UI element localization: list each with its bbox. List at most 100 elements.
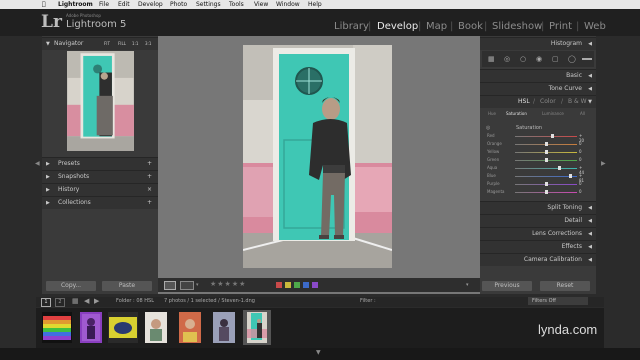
slider-value[interactable]: 0 (579, 141, 582, 146)
slider-knob[interactable] (544, 150, 548, 154)
slider-knob[interactable] (544, 190, 548, 194)
clear-history-icon[interactable]: × (147, 184, 152, 196)
navigator-header[interactable]: ▼ Navigator FIT FILL 1:1 3:1 (42, 37, 158, 50)
filmstrip-thumb-flowers[interactable] (179, 312, 201, 343)
before-after-view-icon[interactable] (180, 281, 194, 290)
filmstrip-thumb-yellow-car[interactable] (108, 312, 138, 343)
slider-aqua[interactable]: Aqua + 44 (487, 165, 587, 175)
slider-track[interactable] (515, 136, 577, 137)
subtab-saturation[interactable]: Saturation (506, 111, 527, 116)
filmstrip-thumb-mural[interactable] (213, 312, 235, 343)
module-develop[interactable]: Develop (377, 21, 418, 32)
right-panel-toggle-icon[interactable]: ▶ (601, 160, 606, 167)
purple-label-icon[interactable] (312, 282, 318, 288)
graduated-filter-icon[interactable]: ▢ (552, 55, 559, 63)
back-arrow-icon[interactable]: ◀ (84, 297, 89, 305)
menu-item-view[interactable]: View (254, 0, 268, 9)
spot-removal-icon[interactable]: ○ (520, 55, 526, 63)
filmstrip-thumb-rainbow[interactable] (42, 312, 72, 343)
slider-purple[interactable]: Purple 0 (487, 181, 587, 187)
lens-corrections-header[interactable]: Lens Corrections ◀ (480, 227, 596, 240)
module-print[interactable]: Print (549, 21, 572, 32)
red-eye-icon[interactable]: ◉ (536, 55, 542, 63)
history-header[interactable]: ▶ History × (42, 183, 158, 196)
zoom-3-1[interactable]: 3:1 (145, 38, 151, 50)
add-snapshot-icon[interactable]: + (147, 171, 152, 183)
menu-item-photo[interactable]: Photo (170, 0, 187, 9)
filter-dropdown[interactable]: Filters Off (528, 297, 588, 305)
histogram-header[interactable]: Histogram ◀ (480, 37, 596, 50)
basic-header[interactable]: Basic ◀ (480, 69, 596, 82)
copy-button[interactable]: Copy... (46, 281, 96, 291)
loupe-view-icon[interactable] (164, 281, 176, 290)
menu-item-develop[interactable]: Develop (138, 0, 163, 9)
filmstrip-info[interactable]: 7 photos / 1 selected / Steven-1.dng (164, 298, 255, 304)
slider-red[interactable]: Red + 20 (487, 133, 587, 143)
apple-menu-icon[interactable]:  (42, 0, 46, 9)
blue-label-icon[interactable] (303, 282, 309, 288)
left-panel-toggle-icon[interactable]: ◀ (35, 160, 40, 167)
add-preset-icon[interactable]: + (147, 158, 152, 170)
slider-knob[interactable] (550, 134, 554, 138)
tone-curve-header[interactable]: Tone Curve ◀ (480, 82, 596, 95)
yellow-label-icon[interactable] (285, 282, 291, 288)
page-2-button[interactable]: 2 (55, 298, 65, 307)
slider-blue[interactable]: Blue + 81 (487, 173, 587, 183)
slider-value[interactable]: 0 (579, 157, 582, 162)
subtab-luminance[interactable]: Luminance (542, 111, 564, 116)
detail-header[interactable]: Detail ◀ (480, 214, 596, 227)
effects-header[interactable]: Effects ◀ (480, 240, 596, 253)
split-toning-header[interactable]: Split Toning ◀ (480, 201, 596, 214)
bw-tab[interactable]: B & W (568, 96, 587, 108)
presets-header[interactable]: ▶ Presets + (42, 157, 158, 170)
before-after-dropdown-icon[interactable]: ▾ (196, 282, 199, 288)
slider-magenta[interactable]: Magenta 0 (487, 189, 587, 195)
menu-item-edit[interactable]: Edit (118, 0, 130, 9)
module-library[interactable]: Library (334, 21, 369, 32)
subtab-hue[interactable]: Hue (488, 111, 496, 116)
menu-item-help[interactable]: Help (308, 0, 322, 9)
slider-green[interactable]: Green 0 (487, 157, 587, 163)
camera-calibration-header[interactable]: Camera Calibration ◀ (480, 253, 596, 266)
crop-tool-icon[interactable]: ◎ (504, 55, 510, 63)
zoom-fit[interactable]: FIT (104, 38, 110, 50)
slider-track[interactable] (515, 176, 577, 177)
module-book[interactable]: Book (458, 21, 483, 32)
module-web[interactable]: Web (584, 21, 606, 32)
subtab-all[interactable]: All (580, 111, 585, 116)
grid-view-icon[interactable]: ▦ (72, 297, 79, 305)
slider-track[interactable] (515, 168, 577, 169)
module-slideshow[interactable]: Slideshow (492, 21, 542, 32)
slider-value[interactable]: 0 (579, 149, 582, 154)
slider-value[interactable]: 0 (579, 189, 582, 194)
filmstrip-thumb-steven[interactable] (247, 312, 267, 343)
color-tab[interactable]: Color (540, 96, 556, 108)
collections-header[interactable]: ▶ Collections + (42, 196, 158, 209)
menu-item-file[interactable]: File (99, 0, 109, 9)
module-map[interactable]: Map (426, 21, 447, 32)
menu-item-lightroom[interactable]: Lightroom (58, 0, 93, 9)
menu-item-window[interactable]: Window (276, 0, 300, 9)
source-label[interactable]: Folder : 08 HSL (116, 298, 154, 304)
slider-yellow[interactable]: Yellow 0 (487, 149, 587, 155)
reset-button[interactable]: Reset (540, 281, 590, 291)
filmstrip-thumb-purple[interactable] (80, 312, 102, 343)
slider-knob[interactable] (544, 142, 548, 146)
green-label-icon[interactable] (294, 282, 300, 288)
add-collection-icon[interactable]: + (147, 197, 152, 209)
zoom-fill[interactable]: FILL (118, 38, 126, 50)
page-1-button[interactable]: 1 (41, 298, 51, 307)
grid-overlay-icon[interactable]: ▦ (488, 55, 495, 63)
slider-value[interactable]: 0 (579, 181, 582, 186)
paste-button[interactable]: Paste (102, 281, 152, 291)
slider-knob[interactable] (544, 182, 548, 186)
snapshots-header[interactable]: ▶ Snapshots + (42, 170, 158, 183)
adjustment-brush-icon[interactable] (582, 58, 592, 60)
slider-orange[interactable]: Orange 0 (487, 141, 587, 147)
menu-item-tools[interactable]: Tools (229, 0, 244, 9)
slider-knob[interactable] (544, 158, 548, 162)
slider-knob[interactable] (569, 174, 573, 178)
slider-knob[interactable] (558, 166, 562, 170)
zoom-1-1[interactable]: 1:1 (132, 38, 138, 50)
main-photo[interactable] (243, 45, 392, 268)
